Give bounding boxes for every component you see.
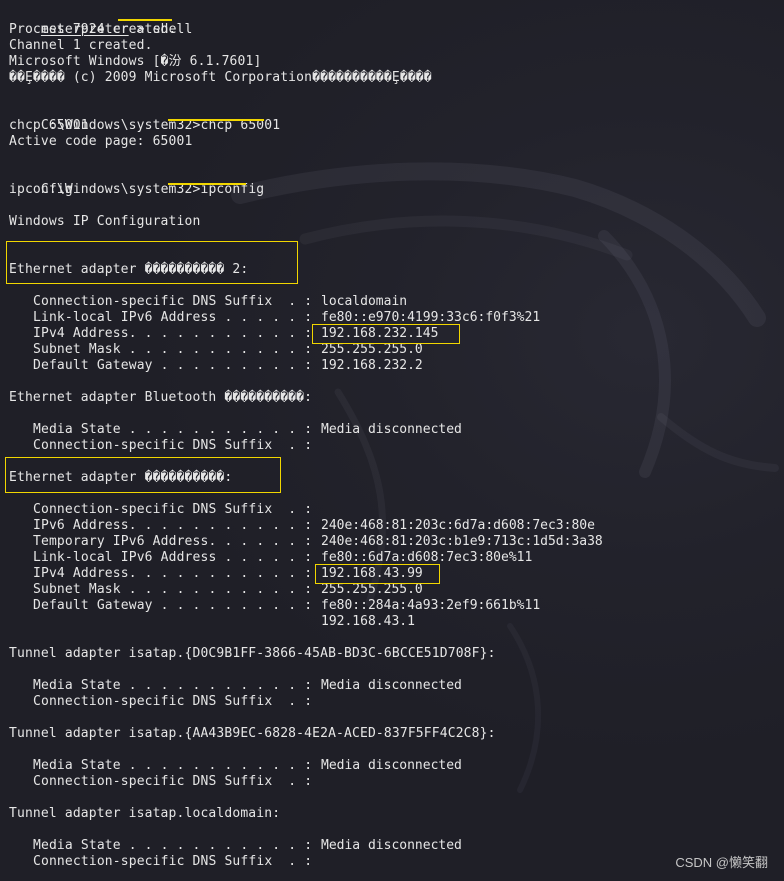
tunnel-adapter-localdomain-title: Tunnel adapter isatap.localdomain: bbox=[9, 806, 281, 821]
local-temp-ipv6-value: 240e:468:81:203c:b1e9:713c:1d5d:3a38 bbox=[321, 534, 603, 549]
bluetooth-adapter-title: Ethernet adapter Bluetooth ����������: bbox=[9, 390, 313, 405]
local-ipv4-label: IPv4 Address. . . . . . . . . . . : bbox=[33, 566, 313, 581]
local-gateway-value: fe80::284a:4a93:2ef9:661b%11 bbox=[321, 598, 541, 613]
copyright-line: ��Ȩ���� (c) 2009 Microsoft Corporation��… bbox=[9, 70, 432, 85]
bluetooth-media-state-label: Media State . . . . . . . . . . . : bbox=[33, 422, 313, 437]
process-created-line: Process 7924 created. bbox=[9, 22, 177, 37]
chcp-command-line: C:\Windows\system32>chcp 65001 bbox=[9, 102, 280, 133]
bluetooth-media-state-value: Media disconnected bbox=[321, 422, 462, 437]
adapter-2-subnet-value: 255.255.255.0 bbox=[321, 342, 423, 357]
adapter-2-dns-label: Connection-specific DNS Suffix . : bbox=[33, 294, 313, 309]
adapter-2-dns-value: localdomain bbox=[321, 294, 408, 309]
terminal-window[interactable]: meterpreter > shell Process 7924 created… bbox=[0, 0, 784, 881]
tunnel-1-media-state-label: Media State . . . . . . . . . . . : bbox=[33, 678, 313, 693]
tunnel-2-media-state-label: Media State . . . . . . . . . . . : bbox=[33, 758, 313, 773]
chcp-highlight-underline bbox=[168, 119, 264, 121]
windows-ip-configuration-title: Windows IP Configuration bbox=[9, 214, 201, 229]
tunnel-2-dns-label: Connection-specific DNS Suffix . : bbox=[33, 774, 313, 789]
shell-highlight-underline bbox=[118, 19, 172, 21]
local-link-local-label: Link-local IPv6 Address . . . . . : bbox=[33, 550, 313, 565]
local-subnet-label: Subnet Mask . . . . . . . . . . . : bbox=[33, 582, 313, 597]
adapter-2-subnet-label: Subnet Mask . . . . . . . . . . . : bbox=[33, 342, 313, 357]
tunnel-adapter-1-title: Tunnel adapter isatap.{D0C9B1FF-3866-45A… bbox=[9, 646, 496, 661]
tunnel-localdomain-media-state-value: Media disconnected bbox=[321, 838, 462, 853]
ipconfig-highlight-underline bbox=[168, 183, 246, 185]
tunnel-1-dns-label: Connection-specific DNS Suffix . : bbox=[33, 694, 313, 709]
ipconfig-command-line: C:\Windows\system32>ipconfig bbox=[9, 166, 264, 197]
tunnel-localdomain-media-state-label: Media State . . . . . . . . . . . : bbox=[33, 838, 313, 853]
tunnel-1-media-state-value: Media disconnected bbox=[321, 678, 462, 693]
local-ipv6-label: IPv6 Address. . . . . . . . . . . : bbox=[33, 518, 313, 533]
local-subnet-value: 255.255.255.0 bbox=[321, 582, 423, 597]
tunnel-2-media-state-value: Media disconnected bbox=[321, 758, 462, 773]
active-code-page-line: Active code page: 65001 bbox=[9, 134, 193, 149]
adapter-2-ipv4-label: IPv4 Address. . . . . . . . . . . : bbox=[33, 326, 313, 341]
adapter-2-link-local-label: Link-local IPv6 Address . . . . . : bbox=[33, 310, 313, 325]
channel-created-line: Channel 1 created. bbox=[9, 38, 153, 53]
adapter-2-highlight-box bbox=[6, 241, 298, 284]
local-gateway-secondary-value: 192.168.43.1 bbox=[321, 614, 415, 629]
local-adapter-highlight-box bbox=[5, 457, 281, 493]
local-ipv4-highlight-box bbox=[315, 564, 440, 584]
local-temp-ipv6-label: Temporary IPv6 Address. . . . . . : bbox=[33, 534, 313, 549]
local-gateway-label: Default Gateway . . . . . . . . . : bbox=[33, 598, 313, 613]
bluetooth-dns-label: Connection-specific DNS Suffix . : bbox=[33, 438, 313, 453]
microsoft-windows-line: Microsoft Windows [�汾 6.1.7601] bbox=[9, 54, 262, 69]
csdn-watermark: CSDN @懒笑翻 bbox=[675, 855, 768, 870]
adapter-2-gateway-label: Default Gateway . . . . . . . . . : bbox=[33, 358, 313, 373]
ipconfig-echo-line: ipconfig bbox=[9, 182, 73, 197]
tunnel-adapter-2-title: Tunnel adapter isatap.{AA43B9EC-6828-4E2… bbox=[9, 726, 496, 741]
adapter-2-gateway-value: 192.168.232.2 bbox=[321, 358, 423, 373]
chcp-echo-line: chcp 65001 bbox=[9, 118, 89, 133]
tunnel-localdomain-dns-label: Connection-specific DNS Suffix . : bbox=[33, 854, 313, 869]
local-ipv6-value: 240e:468:81:203c:6d7a:d608:7ec3:80e bbox=[321, 518, 595, 533]
adapter-2-ipv4-highlight-box bbox=[312, 324, 460, 344]
local-dns-label: Connection-specific DNS Suffix . : bbox=[33, 502, 313, 517]
